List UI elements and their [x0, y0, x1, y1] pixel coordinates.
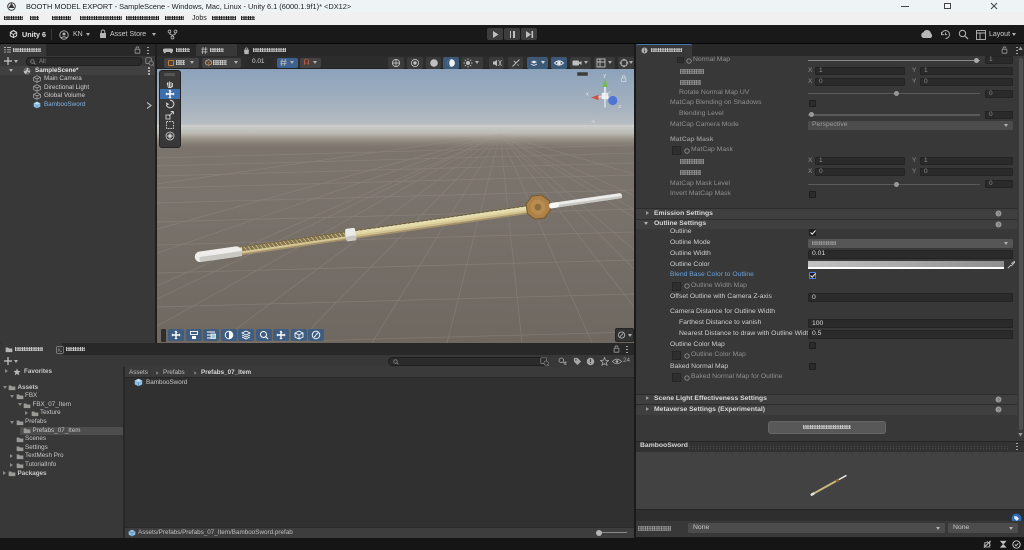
svg-text:?: ? — [997, 212, 1000, 218]
svg-text:?: ? — [997, 408, 1000, 414]
svg-text:?: ? — [997, 222, 1000, 228]
svg-text:y: y — [603, 73, 606, 79]
svg-text:?: ? — [997, 397, 1000, 403]
svg-text:z: z — [619, 104, 622, 110]
svg-text:x: x — [586, 92, 589, 98]
